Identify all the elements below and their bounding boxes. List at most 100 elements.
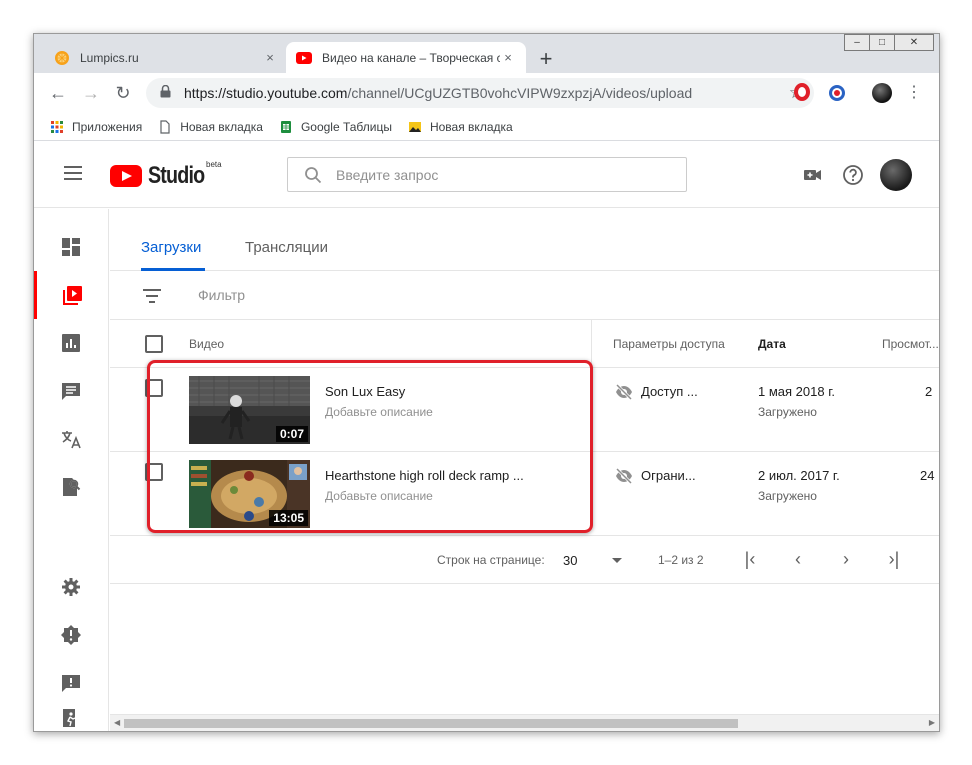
window-controls: – □ ✕: [844, 34, 934, 54]
studio-logo[interactable]: Studio beta: [110, 160, 222, 190]
video-description[interactable]: Добавьте описание: [325, 489, 433, 503]
column-visibility[interactable]: Параметры доступа: [613, 337, 725, 351]
last-page-icon[interactable]: ›|: [884, 550, 904, 570]
filter-bar[interactable]: Фильтр: [110, 271, 939, 320]
beta-badge: beta: [206, 160, 222, 169]
account-avatar[interactable]: [880, 159, 912, 191]
rows-per-page-dropdown-icon[interactable]: [612, 558, 622, 563]
bookmark-label: Новая вкладка: [429, 119, 513, 134]
video-thumbnail[interactable]: 0:07: [189, 376, 310, 444]
sidebar-item-translations[interactable]: [34, 415, 108, 463]
orange-favicon-icon: [54, 50, 70, 66]
search-placeholder: Введите запрос: [336, 166, 439, 183]
studio-logo-text: Studio: [148, 162, 205, 189]
filter-placeholder: Фильтр: [198, 287, 246, 303]
row-checkbox[interactable]: [145, 379, 163, 397]
url-path: /channel/UCgUZGTB0vohcVIPW9zxpzjA/videos…: [347, 85, 693, 101]
first-page-icon[interactable]: |‹: [740, 550, 760, 570]
tab-bar: Lumpics.ru × Видео на канале – Творческа…: [34, 34, 939, 73]
video-library-icon: [62, 286, 82, 305]
dashboard-icon: [62, 238, 80, 256]
table-row[interactable]: 13:05 Hearthstone high roll deck ramp ..…: [110, 452, 939, 536]
tab-live[interactable]: Трансляции: [245, 239, 328, 256]
video-date: 1 мая 2018 г.: [758, 384, 835, 399]
tab-title: Lumpics.ru: [80, 50, 139, 65]
column-video: Видео: [189, 337, 225, 351]
next-page-icon[interactable]: ›: [836, 550, 856, 570]
column-divider: [591, 320, 592, 368]
help-icon[interactable]: [842, 164, 864, 186]
scroll-left-icon[interactable]: ◀: [114, 718, 120, 727]
profile-avatar[interactable]: [872, 83, 892, 103]
table-row[interactable]: 0:07 Son Lux Easy Добавьте описание Дост…: [110, 368, 939, 452]
exit-icon: [63, 709, 76, 727]
column-views[interactable]: Просмот...: [882, 337, 939, 351]
horizontal-scrollbar[interactable]: ◀ ▶: [110, 714, 939, 731]
filter-icon[interactable]: [143, 289, 161, 307]
visibility-value[interactable]: Доступ ...: [641, 384, 698, 399]
row-checkbox[interactable]: [145, 463, 163, 481]
sidebar-item-analytics[interactable]: [34, 319, 108, 367]
bookmark-label: Новая вкладка: [180, 119, 263, 134]
browser-tab-studio[interactable]: Видео на канале – Творческая с ×: [286, 42, 526, 73]
sidebar-item-videos[interactable]: [34, 271, 108, 319]
rows-per-page-value[interactable]: 30: [563, 553, 577, 568]
bookmark-apps[interactable]: Приложения: [50, 120, 142, 134]
visibility-off-icon: [615, 467, 633, 485]
sidebar-item-exit[interactable]: [34, 707, 108, 731]
tab-close-icon[interactable]: ×: [500, 50, 516, 65]
sidebar-item-settings[interactable]: [34, 563, 108, 611]
video-description[interactable]: Добавьте описание: [325, 405, 433, 419]
gear-icon: [62, 578, 80, 596]
lock-icon: [160, 84, 176, 101]
sheets-icon: [280, 120, 291, 133]
video-thumbnail[interactable]: 13:05: [189, 460, 310, 528]
tab-uploads[interactable]: Загрузки: [141, 239, 201, 256]
maximize-button[interactable]: □: [869, 34, 895, 51]
youtube-logo-icon: [110, 165, 142, 187]
video-views: 2: [925, 384, 933, 399]
alert-badge-icon: [61, 625, 81, 645]
video-date: 2 июл. 2017 г.: [758, 468, 840, 483]
browser-menu-icon[interactable]: ⋮: [902, 81, 926, 105]
sidebar-item-status[interactable]: [34, 611, 108, 659]
close-window-button[interactable]: ✕: [894, 34, 934, 51]
url-host: studio.youtube.com: [226, 85, 348, 101]
upload-status: Загружено: [758, 405, 817, 419]
hamburger-menu-icon[interactable]: [64, 166, 82, 180]
sidebar-item-dashboard[interactable]: [34, 223, 108, 271]
browser-tab-lumpics[interactable]: Lumpics.ru ×: [44, 42, 288, 73]
tab-close-icon[interactable]: ×: [262, 50, 278, 65]
visibility-value[interactable]: Ограни...: [641, 468, 696, 483]
new-tab-button[interactable]: +: [534, 48, 558, 72]
visibility-off-icon: [615, 383, 633, 401]
create-video-icon[interactable]: [802, 164, 824, 186]
sidebar-item-copyright[interactable]: [34, 463, 108, 511]
address-bar[interactable]: https://studio.youtube.com/channel/UCgUZ…: [146, 78, 814, 108]
sidebar-item-feedback[interactable]: [34, 659, 108, 707]
sidebar-item-comments[interactable]: [34, 367, 108, 415]
forward-arrow-icon[interactable]: →: [79, 81, 103, 105]
scrollbar-thumb[interactable]: [124, 719, 738, 728]
minimize-button[interactable]: –: [844, 34, 870, 51]
video-title[interactable]: Hearthstone high roll deck ramp ...: [325, 468, 524, 483]
scroll-right-icon[interactable]: ▶: [929, 718, 935, 727]
video-title[interactable]: Son Lux Easy: [325, 384, 405, 399]
copyright-search-icon: [63, 478, 81, 496]
search-box[interactable]: Введите запрос: [287, 157, 687, 192]
comments-icon: [62, 383, 80, 400]
video-views: 24: [920, 468, 935, 483]
opera-extension-icon[interactable]: [794, 83, 810, 101]
pagination-bar: Строк на странице: 30 1–2 из 2 |‹ ‹ › ›|: [110, 536, 939, 584]
url-scheme: https://: [184, 85, 227, 101]
bookmark-google-sheets[interactable]: Google Таблицы: [279, 120, 392, 134]
column-date[interactable]: Дата: [758, 337, 786, 351]
back-arrow-icon[interactable]: ←: [46, 81, 70, 105]
vpn-extension-icon[interactable]: [827, 83, 847, 103]
bookmark-new-tab-2[interactable]: Новая вкладка: [408, 120, 513, 134]
feedback-icon: [62, 675, 80, 692]
reload-icon[interactable]: ↻: [111, 81, 135, 105]
select-all-checkbox[interactable]: [145, 335, 163, 353]
bookmark-new-tab-1[interactable]: Новая вкладка: [158, 120, 263, 134]
previous-page-icon[interactable]: ‹: [788, 550, 808, 570]
